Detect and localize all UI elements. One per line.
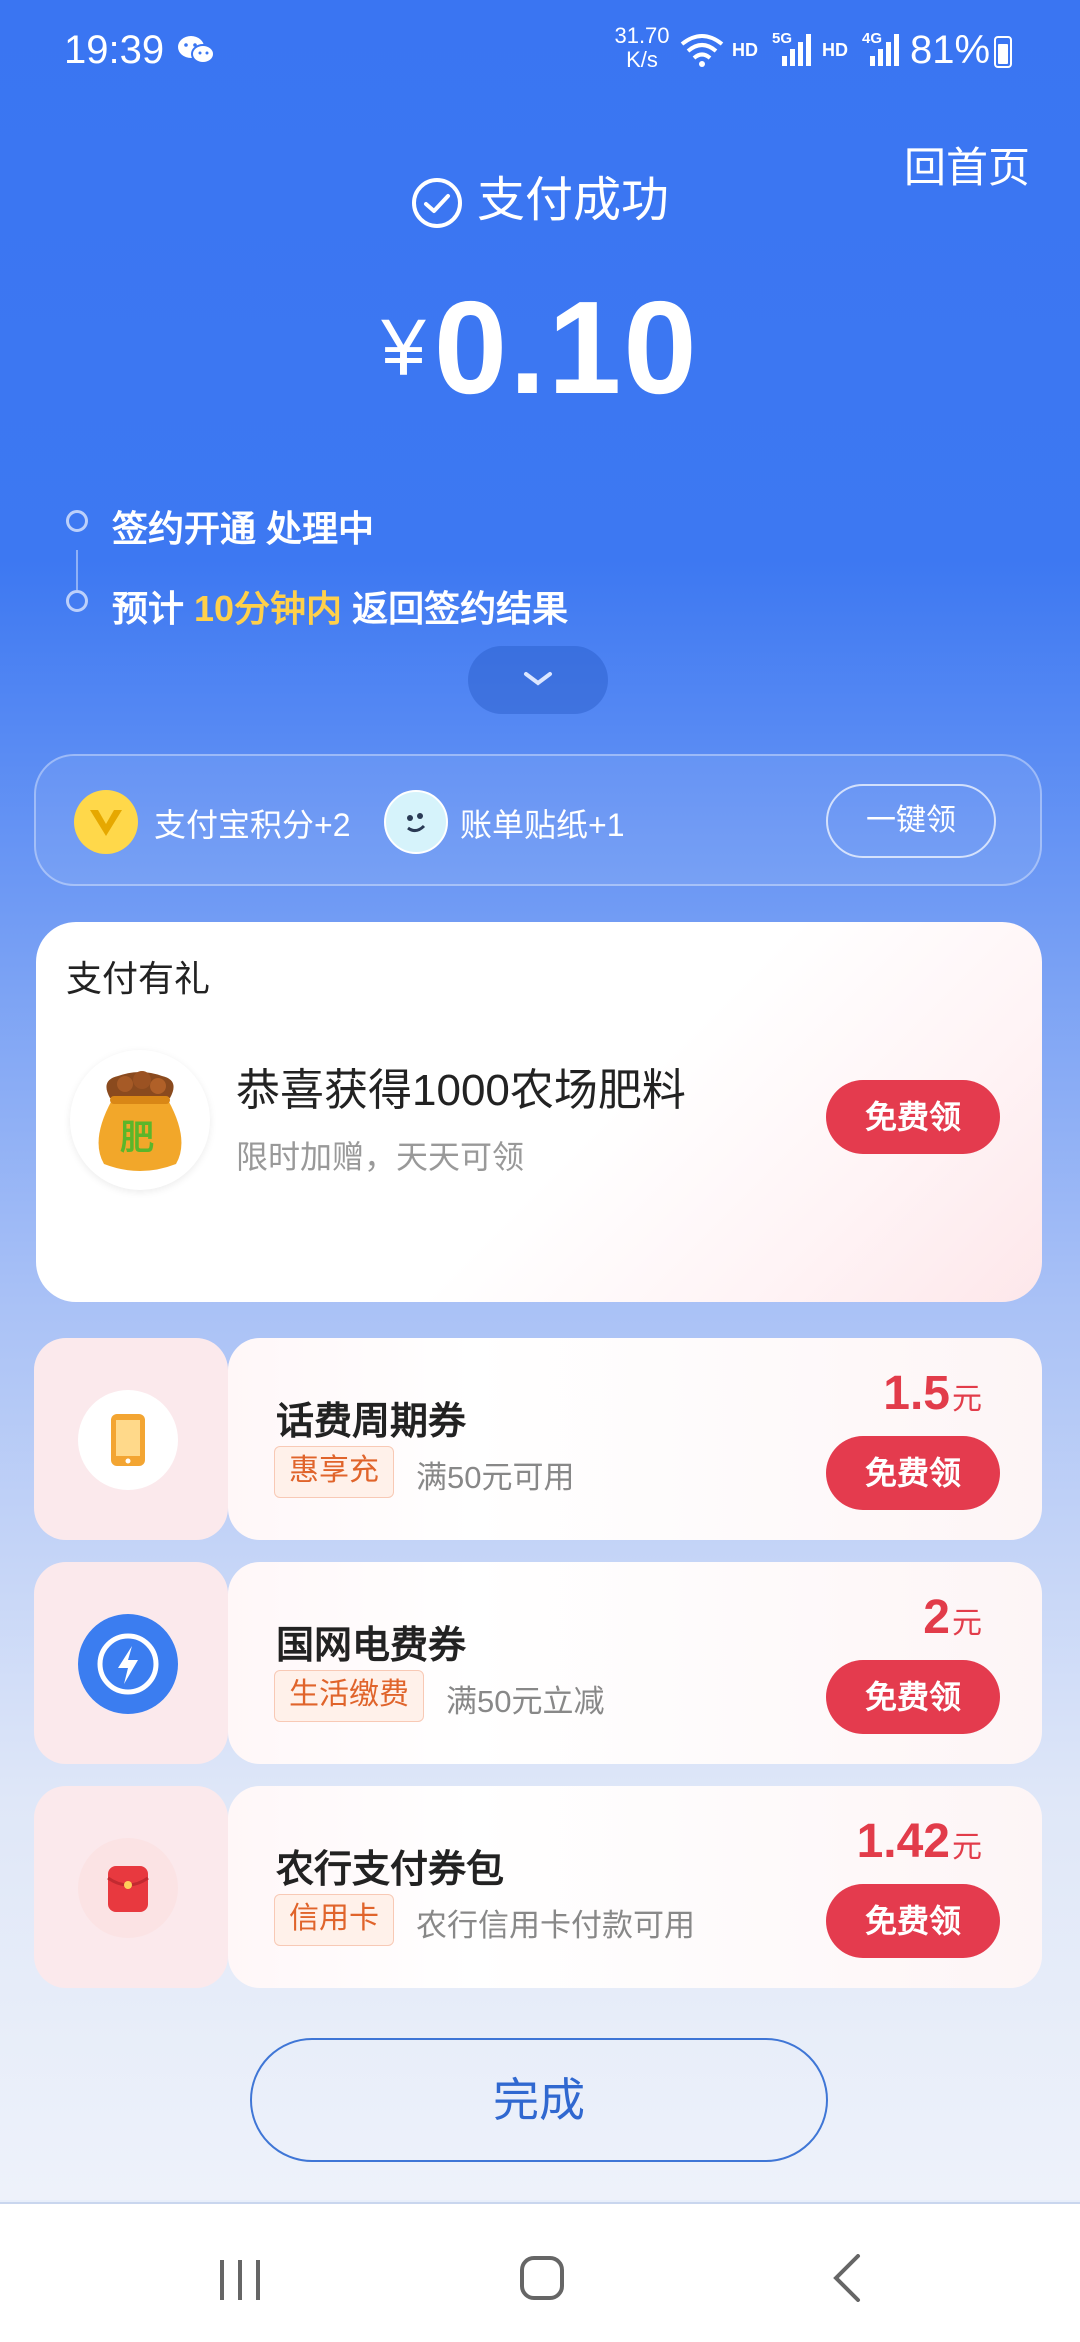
success-text: 支付成功 [476,174,669,227]
coupon-value-number: 1.42 [856,1815,950,1868]
speed-unit: K/s [626,47,658,72]
coupon-value: 1.5元 [883,1366,982,1421]
back-icon[interactable] [832,2254,862,2302]
payment-amount: ¥0.10 [0,272,1080,423]
timeline-dot [66,590,88,612]
hd-label-1: HD [732,40,758,60]
coupon-value-unit: 元 [952,1831,982,1864]
coupon-card[interactable]: 国网电费券 生活缴费 满50元立减 2元 免费领 [34,1562,1042,1764]
coupon-tag: 信用卡 [274,1894,394,1946]
sticker-icon [384,790,448,854]
hd-label-2: HD [822,40,848,60]
timeline-connector [76,550,78,590]
coupon-name: 农行支付券包 [276,1849,505,1891]
coupon-icon-panel [34,1338,228,1540]
coupon-value-number: 1.5 [883,1367,950,1420]
coupon-tag: 生活缴费 [274,1670,424,1722]
coupon-tag: 惠享充 [274,1446,394,1498]
phone-icon [78,1390,178,1490]
lightning-icon [78,1614,178,1714]
signal-icon-2 [870,34,899,66]
battery-percent: 81% [910,28,991,72]
status-bar: 19:39 31.70 K/s HD 5G HD 4G 81% [0,0,1080,100]
coupon-claim-button[interactable]: 免费领 [826,1884,1000,1958]
coupon-icon-panel [34,1562,228,1764]
coupon-desc: 农行信用卡付款可用 [416,1908,695,1943]
coupon-desc: 满50元立减 [446,1684,605,1719]
gift-sub-text: 限时加赠，天天可领 [236,1139,525,1175]
coupon-name: 话费周期券 [276,1401,467,1443]
timeline-step-2-text: 预计 10分钟内 返回签约结果 [112,580,568,632]
coupon-value-unit: 元 [952,1383,982,1416]
coupon-claim-button[interactable]: 免费领 [826,1660,1000,1734]
currency-symbol: ¥ [381,303,426,392]
system-nav-bar [0,2202,1080,2342]
payment-success-title: 支付成功 [0,160,1080,230]
points-reward-text: 支付宝积分+2 [154,807,351,843]
coupon-desc: 满50元可用 [416,1460,575,1495]
points-icon [74,790,138,854]
done-button[interactable]: 完成 [250,2038,828,2162]
check-circle-icon [411,178,462,229]
sack-label: 肥 [120,1119,154,1157]
coupon-value: 1.42元 [857,1814,982,1869]
coupon-value: 2元 [923,1590,982,1645]
coupon-value-number: 2 [923,1591,950,1644]
status-time: 19:39 [64,28,165,72]
recent-apps-icon[interactable] [218,2260,264,2300]
coupon-value-unit: 元 [952,1607,982,1640]
step2-suffix: 返回签约结果 [342,588,569,629]
wifi-icon [680,34,724,67]
home-icon[interactable] [520,2256,564,2300]
expand-button[interactable] [468,646,608,714]
gift-main-text: 恭喜获得1000农场肥料 [236,1066,686,1115]
chevron-down-icon [524,672,552,686]
step2-highlight: 10分钟内 [194,588,343,629]
timeline-step-1-text: 签约开通 处理中 [112,508,375,549]
battery-icon [994,36,1012,68]
gift-claim-button[interactable]: 免费领 [826,1080,1000,1154]
step2-prefix: 预计 [112,588,195,629]
coupon-icon-panel [34,1786,228,1988]
payment-gift-card: 支付有礼 肥 恭喜获得1000农场肥料 限时加赠，天天可领 免费领 [36,922,1042,1302]
sticker-reward-text: 账单贴纸+1 [460,807,625,843]
claim-all-button[interactable]: 一键领 [826,784,996,858]
speed-value: 31.70 [614,23,670,48]
timeline-dot [66,510,88,532]
fertilizer-sack-icon: 肥 [70,1050,210,1190]
coupon-name: 国网电费券 [276,1625,467,1667]
signal-icon-1 [782,34,811,66]
rewards-bar: 支付宝积分+2 账单贴纸+1 一键领 [34,754,1042,886]
coupon-claim-button[interactable]: 免费领 [826,1436,1000,1510]
network-speed: 31.70 K/s [612,24,672,72]
coupon-card[interactable]: 话费周期券 惠享充 满50元可用 1.5元 免费领 [34,1338,1042,1540]
wechat-icon [178,36,215,64]
amount-value: 0.10 [433,274,699,421]
gift-section-title: 支付有礼 [66,958,211,999]
coupon-card[interactable]: 农行支付券包 信用卡 农行信用卡付款可用 1.42元 免费领 [34,1786,1042,1988]
red-envelope-icon [78,1838,178,1938]
